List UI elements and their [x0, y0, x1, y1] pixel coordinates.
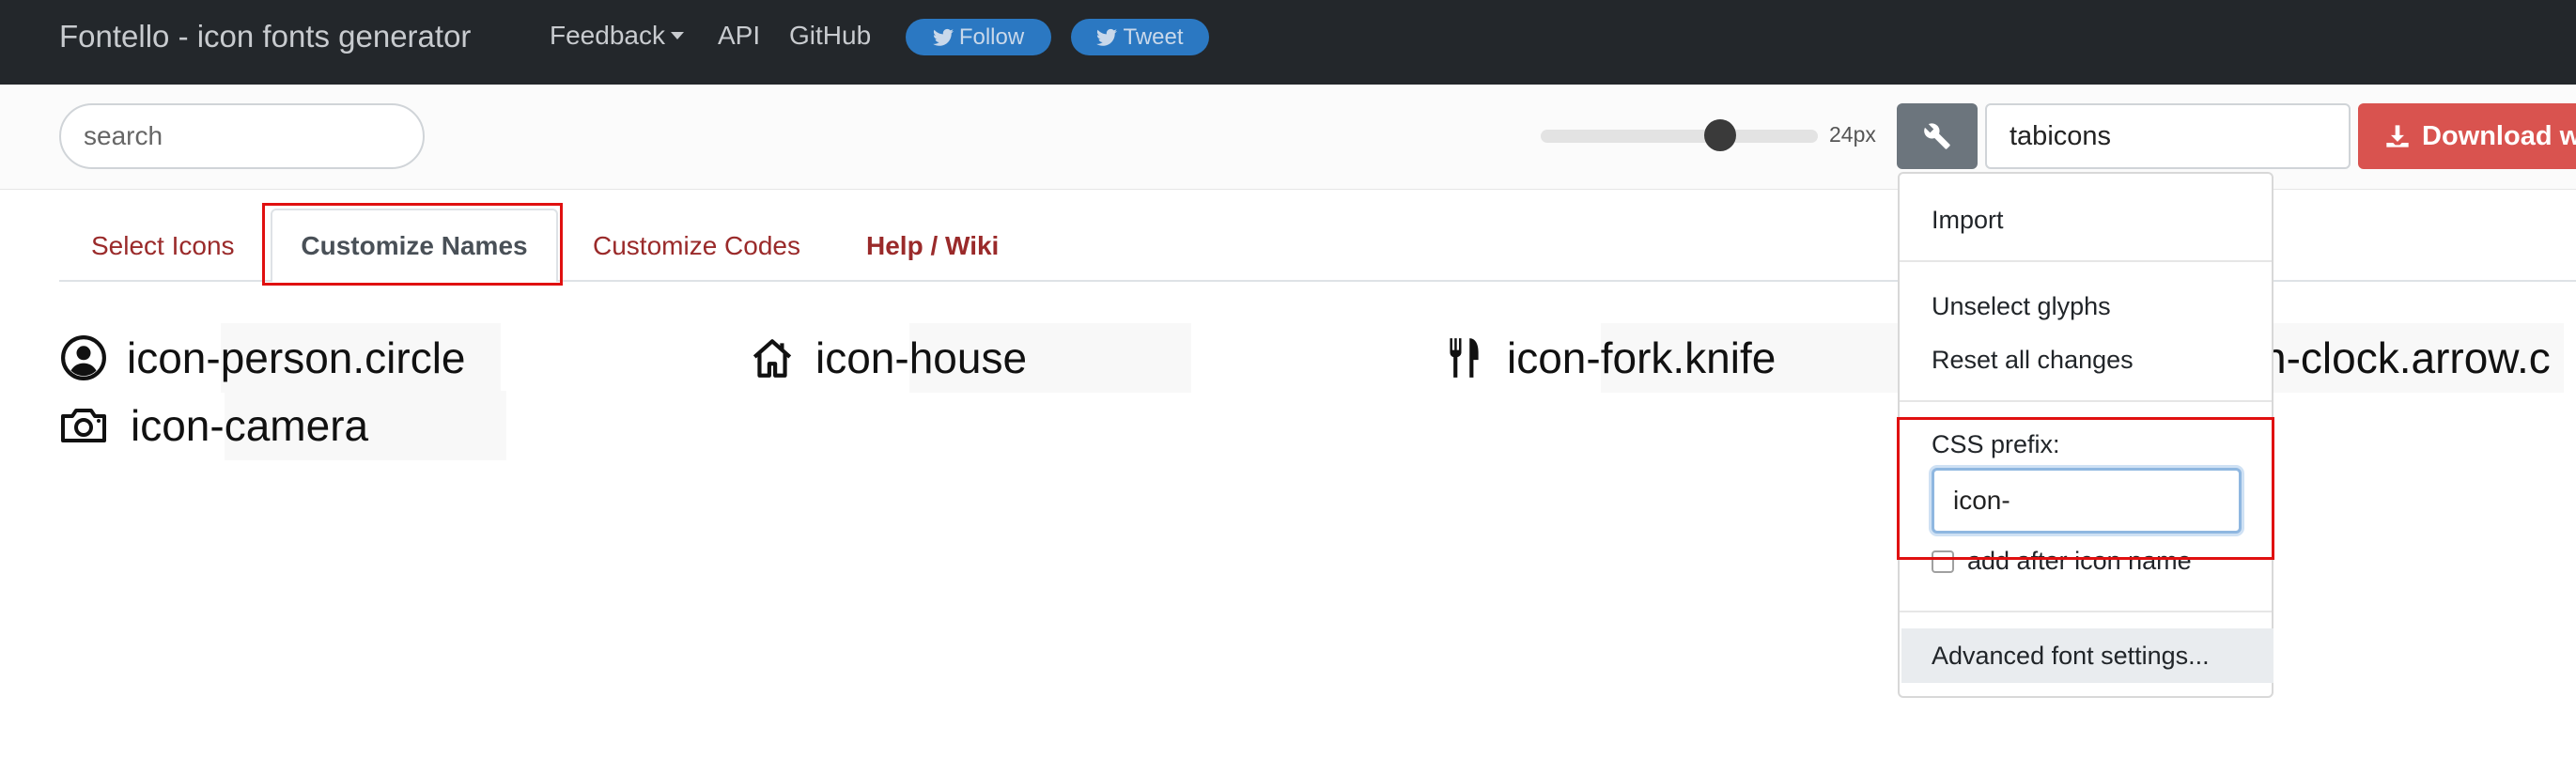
glyph-prefix: icon- — [815, 333, 909, 382]
size-slider-handle[interactable] — [1704, 119, 1736, 151]
wrench-icon — [1924, 123, 1950, 149]
top-navbar: Fontello - icon fonts generator Feedback… — [0, 0, 2576, 85]
glyph-name-input[interactable]: house — [908, 323, 1191, 393]
tweet-button[interactable]: Tweet — [1071, 19, 1209, 55]
glyph-prefix: icon- — [127, 333, 221, 382]
twitter-icon — [932, 28, 954, 46]
css-prefix-label: CSS prefix: — [1932, 430, 2060, 458]
fork-knife-icon — [1439, 333, 1488, 382]
glyph-row: icon- camera — [59, 391, 506, 460]
menu-divider — [1900, 611, 2272, 612]
api-link[interactable]: API — [718, 21, 760, 51]
feedback-label: Feedback — [550, 21, 665, 50]
twitter-icon — [1096, 28, 1118, 46]
add-after-label: add after icon name — [1967, 547, 2192, 575]
glyph-row: n-clock.arrow.c — [2262, 323, 2564, 393]
glyph-name-input[interactable]: camera — [224, 391, 506, 460]
glyph-prefix: icon- — [131, 401, 225, 450]
person-circle-icon — [59, 333, 108, 382]
feedback-dropdown[interactable]: Feedback — [550, 21, 684, 51]
follow-label: Follow — [958, 23, 1025, 50]
tweet-label: Tweet — [1123, 23, 1184, 50]
glyph-name-input[interactable]: person.circle — [220, 323, 501, 393]
menu-divider — [1900, 400, 2272, 402]
glyph-row: icon- person.circle — [59, 323, 501, 393]
glyph-prefix: icon- — [1507, 333, 1601, 382]
camera-icon — [59, 401, 108, 450]
menu-item-advanced-settings[interactable]: Advanced font settings... — [1901, 628, 2273, 683]
tab-customize-names[interactable]: Customize Names — [271, 209, 558, 282]
download-button[interactable]: Download w — [2358, 103, 2576, 169]
tab-customize-codes[interactable]: Customize Codes — [593, 231, 800, 261]
size-label: 24px — [1829, 122, 1876, 147]
menu-divider — [1900, 260, 2272, 262]
download-icon — [2386, 125, 2409, 147]
menu-item-import[interactable]: Import — [1932, 206, 2004, 235]
tab-help-wiki[interactable]: Help / Wiki — [866, 231, 999, 261]
settings-dropdown: Import Unselect glyphs Reset all changes… — [1898, 172, 2273, 698]
menu-item-unselect-glyphs[interactable]: Unselect glyphs — [1932, 292, 2111, 321]
tab-select-icons[interactable]: Select Icons — [91, 231, 235, 261]
glyph-name-input[interactable]: fork.knife — [1600, 323, 1898, 393]
size-slider[interactable] — [1541, 130, 1818, 143]
css-prefix-input[interactable] — [1932, 468, 2242, 534]
caret-down-icon — [670, 31, 684, 39]
brand-title[interactable]: Fontello - icon fonts generator — [59, 19, 471, 54]
add-after-checkbox[interactable] — [1932, 550, 1954, 573]
glyph-row: icon- house — [748, 323, 1191, 393]
add-after-option[interactable]: add after icon name — [1932, 547, 2192, 576]
follow-button[interactable]: Follow — [906, 19, 1051, 55]
glyph-name-input[interactable]: n-clock.arrow.c — [2262, 323, 2564, 393]
download-label: Download w — [2422, 120, 2576, 151]
house-icon — [748, 333, 797, 382]
font-name-input[interactable] — [1985, 103, 2351, 169]
settings-button[interactable] — [1897, 103, 1978, 169]
github-link[interactable]: GitHub — [789, 21, 871, 51]
menu-item-reset-changes[interactable]: Reset all changes — [1932, 346, 2134, 375]
search-input[interactable] — [59, 103, 425, 169]
glyph-row: icon- fork.knife — [1439, 323, 1898, 393]
